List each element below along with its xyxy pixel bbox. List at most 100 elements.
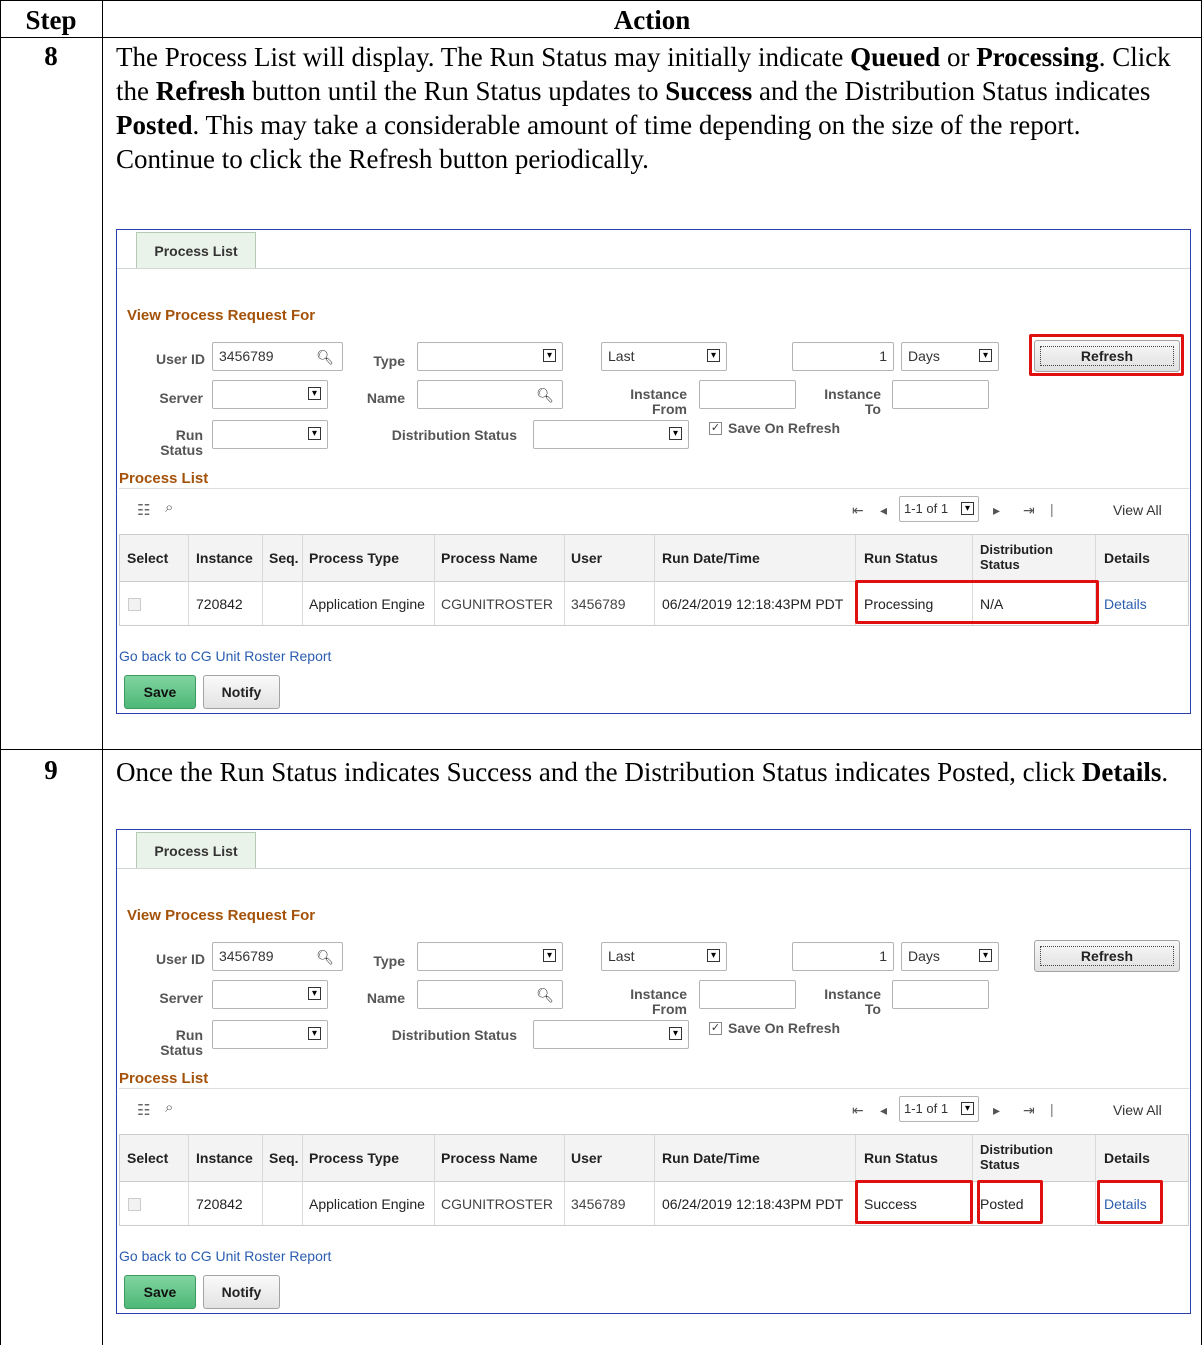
distribution-status-label: Distribution Status [391, 427, 517, 443]
instruction-text: . This may take a considerable amount of… [116, 110, 1081, 174]
instruction-text: . [1161, 757, 1169, 787]
user-id-input[interactable]: 3456789 🔍︎ [212, 342, 343, 371]
server-select[interactable]: ▾ [212, 380, 328, 409]
header-process-name: Process Name [441, 550, 538, 566]
save-on-refresh-label: Save On Refresh [728, 420, 841, 436]
personalize-icon[interactable]: ☷ [137, 1101, 150, 1119]
range-select[interactable]: Last ▾ [601, 342, 727, 371]
step-number: 9 [44, 755, 58, 785]
run-status-highlight [855, 1180, 973, 1224]
header-process-type: Process Type [309, 550, 400, 566]
cell-process-name: CGUNITROSTER [441, 1196, 553, 1212]
details-highlight [1097, 1180, 1163, 1224]
header-details: Details [1104, 550, 1150, 566]
previous-icon[interactable]: ◂ [880, 1102, 887, 1119]
next-icon[interactable]: ▸ [993, 502, 1000, 519]
instruction-emphasis: Refresh [155, 76, 246, 106]
chevron-down-icon: ▾ [308, 427, 321, 440]
range-select[interactable]: Last ▾ [601, 942, 727, 971]
next-icon[interactable]: ▸ [993, 1102, 1000, 1119]
cell-run-datetime: 06/24/2019 12:18:43PM PDT [662, 1196, 844, 1212]
instance-to-input[interactable] [892, 380, 989, 409]
server-select[interactable]: ▾ [212, 980, 328, 1009]
row-select-checkbox[interactable] [128, 1198, 141, 1211]
grid-title: Process List [119, 470, 209, 487]
previous-icon[interactable]: ◂ [880, 502, 887, 519]
tab-process-list[interactable]: Process List [136, 832, 256, 868]
instance-from-input[interactable] [699, 980, 796, 1009]
step-header: Step [25, 5, 77, 35]
range-unit-select[interactable]: Days ▾ [901, 942, 999, 971]
chevron-down-icon: ▾ [979, 349, 992, 362]
header-user: User [571, 1150, 603, 1166]
col-sep [188, 1135, 189, 1225]
col-sep [564, 1135, 565, 1225]
cell-instance: 720842 [196, 1196, 243, 1212]
notify-button[interactable]: Notify [203, 1275, 280, 1309]
type-select[interactable]: ▾ [417, 342, 563, 371]
view-all-link[interactable]: View All [1113, 502, 1162, 518]
run-status-label: Run Status [160, 427, 203, 458]
pager-select[interactable]: 1-1 of 1 ▾ [899, 1096, 979, 1122]
search-icon[interactable]: 🔍︎ [316, 344, 334, 371]
notify-button[interactable]: Notify [203, 675, 280, 709]
chevron-down-icon: ▾ [308, 987, 321, 1000]
last-page-icon[interactable]: ⇥ [1023, 502, 1035, 519]
search-icon[interactable]: 🔍︎ [316, 944, 334, 971]
distribution-status-select[interactable]: ▾ [533, 1020, 689, 1049]
user-id-input[interactable]: 3456789 🔍︎ [212, 942, 343, 971]
save-on-refresh-label: Save On Refresh [728, 1020, 841, 1036]
grid-title: Process List [119, 1070, 209, 1087]
header-run-datetime: Run Date/Time [662, 1150, 760, 1166]
instruction-text: and the Distribution Status indicates [752, 76, 1151, 106]
chevron-down-icon: ▾ [961, 502, 974, 515]
instance-to-input[interactable] [892, 980, 989, 1009]
details-link[interactable]: Details [1104, 596, 1147, 612]
tab-process-list[interactable]: Process List [136, 232, 256, 268]
type-label: Type [373, 953, 405, 969]
cell-user: 3456789 [571, 596, 626, 612]
last-page-icon[interactable]: ⇥ [1023, 1102, 1035, 1119]
grid-title-rule [119, 488, 1189, 489]
view-all-link[interactable]: View All [1113, 1102, 1162, 1118]
range-unit-select[interactable]: Days ▾ [901, 342, 999, 371]
status-highlight [855, 580, 1099, 624]
row-divider [0, 749, 1202, 750]
range-count-input[interactable]: 1 [792, 942, 894, 971]
go-back-link[interactable]: Go back to CG Unit Roster Report [119, 648, 331, 664]
personalize-icon[interactable]: ☷ [137, 501, 150, 519]
header-distribution-status: Distribution Status [980, 542, 1053, 572]
find-icon[interactable]: ⌕ [165, 1099, 173, 1116]
header-distribution-status: Distribution Status [980, 1142, 1053, 1172]
header-process-type: Process Type [309, 1150, 400, 1166]
range-count-input[interactable]: 1 [792, 342, 894, 371]
find-icon[interactable]: ⌕ [165, 499, 173, 516]
save-button[interactable]: Save [124, 675, 196, 709]
step-number: 8 [44, 41, 58, 71]
first-page-icon[interactable]: ⇤ [852, 502, 864, 519]
process-list-screenshot: Process List View Process Request For Us… [116, 229, 1191, 714]
search-icon[interactable]: 🔍︎ [536, 382, 554, 409]
chevron-down-icon: ▾ [308, 387, 321, 400]
instruction-emphasis: Details [1081, 757, 1162, 787]
save-on-refresh-checkbox[interactable]: ✓ [709, 422, 722, 435]
section-title: View Process Request For [127, 307, 316, 324]
save-on-refresh-checkbox[interactable]: ✓ [709, 1022, 722, 1035]
refresh-button[interactable]: Refresh [1034, 940, 1180, 972]
instance-from-input[interactable] [699, 380, 796, 409]
name-input[interactable]: 🔍︎ [417, 980, 563, 1009]
go-back-link[interactable]: Go back to CG Unit Roster Report [119, 1248, 331, 1264]
user-id-label: User ID [155, 951, 205, 967]
tab-underline [117, 268, 1190, 269]
first-page-icon[interactable]: ⇤ [852, 1102, 864, 1119]
save-button[interactable]: Save [124, 1275, 196, 1309]
distribution-status-select[interactable]: ▾ [533, 420, 689, 449]
pager-select[interactable]: 1-1 of 1 ▾ [899, 496, 979, 522]
name-input[interactable]: 🔍︎ [417, 380, 563, 409]
run-status-select[interactable]: ▾ [212, 1020, 328, 1049]
search-icon[interactable]: 🔍︎ [536, 982, 554, 1009]
run-status-select[interactable]: ▾ [212, 420, 328, 449]
cell-user: 3456789 [571, 1196, 626, 1212]
type-select[interactable]: ▾ [417, 942, 563, 971]
row-select-checkbox[interactable] [128, 598, 141, 611]
